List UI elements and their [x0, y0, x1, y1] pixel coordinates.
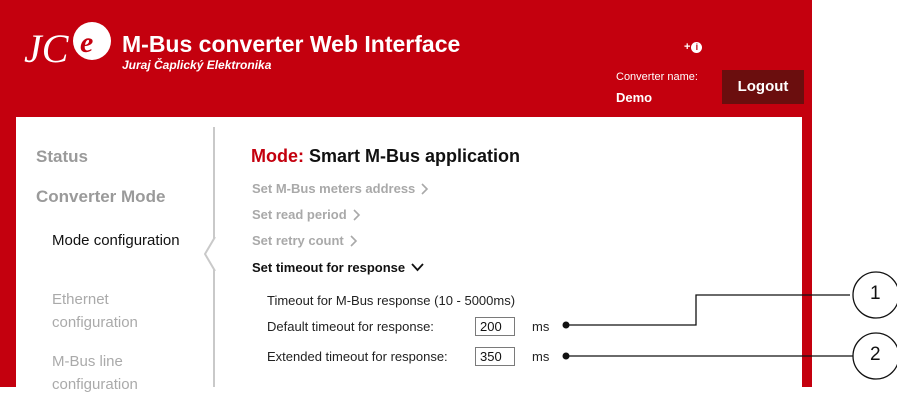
menu-set-retry-count[interactable]: Set retry count — [252, 233, 358, 248]
timeout-section-title: Timeout for M-Bus response (10 - 5000ms) — [267, 293, 515, 308]
menu-label: Set timeout for response — [252, 260, 405, 275]
callout-number-2: 2 — [870, 344, 881, 366]
menu-set-read-period[interactable]: Set read period — [252, 207, 361, 222]
sidebar-item-status[interactable]: Status — [36, 147, 88, 167]
menu-label: Set read period — [252, 207, 347, 222]
menu-set-meters-address[interactable]: Set M-Bus meters address — [252, 181, 429, 196]
app-header: JC e M-Bus converter Web Interface Juraj… — [0, 0, 812, 117]
extended-timeout-unit: ms — [532, 349, 549, 364]
chevron-right-icon — [350, 235, 358, 247]
sidebar-item-ethernet-configuration[interactable]: Ethernet configuration — [52, 288, 182, 334]
default-timeout-unit: ms — [532, 319, 549, 334]
extended-timeout-label: Extended timeout for response: — [267, 349, 448, 364]
main-content: Status Converter Mode Mode configuration… — [16, 117, 802, 387]
logo-text-e: e — [80, 26, 93, 59]
default-timeout-input[interactable] — [475, 317, 515, 336]
help-plus: + — [684, 41, 690, 53]
chevron-right-icon — [353, 209, 361, 221]
extended-timeout-input[interactable] — [475, 347, 515, 366]
app-title: M-Bus converter Web Interface — [122, 31, 460, 58]
help-link[interactable]: + i — [684, 41, 702, 53]
menu-set-timeout-for-response[interactable]: Set timeout for response — [252, 260, 424, 275]
chevron-down-icon — [411, 263, 424, 272]
jce-logo: JC e — [22, 18, 114, 70]
menu-label: Set M-Bus meters address — [252, 181, 415, 196]
converter-name-value: Demo — [616, 90, 652, 105]
callout-number-1: 1 — [870, 283, 881, 305]
page-title: Mode: Smart M-Bus application — [251, 146, 520, 167]
mode-prefix: Mode: — [251, 146, 304, 166]
sidebar-item-mbus-line-configuration[interactable]: M-Bus line configuration — [52, 350, 182, 396]
logout-button[interactable]: Logout — [722, 70, 804, 104]
menu-label: Set retry count — [252, 233, 344, 248]
converter-name-label: Converter name: — [616, 71, 698, 83]
info-icon: i — [691, 42, 702, 53]
chevron-right-icon — [421, 183, 429, 195]
app-subtitle: Juraj Čaplický Elektronika — [122, 58, 271, 72]
default-timeout-label: Default timeout for response: — [267, 319, 434, 334]
mode-value: Smart M-Bus application — [309, 146, 520, 166]
logo-text-jc: JC — [24, 26, 70, 70]
active-item-pointer-icon — [204, 237, 224, 271]
sidebar-item-mode-configuration[interactable]: Mode configuration — [52, 229, 182, 252]
sidebar-item-converter-mode[interactable]: Converter Mode — [36, 187, 165, 207]
